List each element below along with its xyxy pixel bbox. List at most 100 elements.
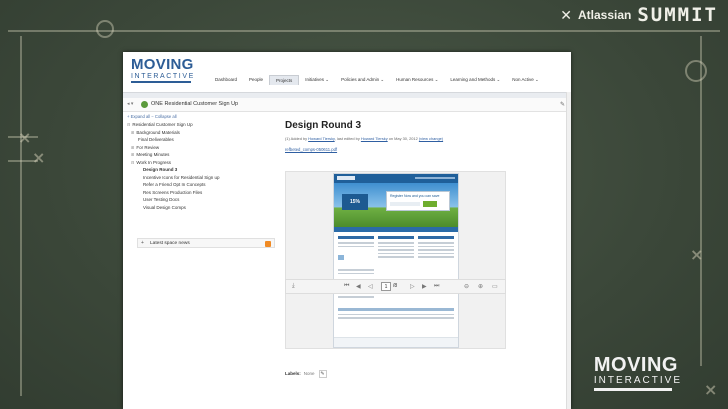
tree-node[interactable]: ⊟ Work In Progress [123, 159, 277, 167]
app-header: MOVING INTERACTIVE Dashboard People Proj… [123, 52, 571, 92]
tree-node-label[interactable]: For Review [136, 145, 159, 150]
tab-learning-methods[interactable]: Learning and Methods ⌄ [444, 75, 506, 85]
tree-node-label[interactable]: Final Deliverables [138, 137, 174, 142]
meta-middle: , last edited by [334, 136, 360, 141]
tree-node-label[interactable]: Residential Customer Sign Up [132, 122, 192, 127]
tree-node-label[interactable]: Res Screens Production Files [143, 190, 202, 195]
mock-footer [334, 337, 458, 347]
fullscreen-icon[interactable]: ▭ [492, 283, 498, 290]
mock-col-heading [378, 236, 414, 239]
tree-node-label[interactable]: Work In Progress [136, 160, 171, 165]
mock-col-heading [338, 236, 374, 239]
app-logo-moving: MOVING [131, 56, 194, 73]
tree-node[interactable]: Refer a Friend Opt In Concepts [123, 181, 277, 189]
tree-toggle-icon[interactable]: ⊟ [127, 122, 130, 127]
mock-line [418, 252, 454, 254]
confluence-screenshot: MOVING INTERACTIVE Dashboard People Proj… [123, 52, 571, 409]
mock-hero-banner: 15% Register Now and you can save [334, 183, 458, 227]
last-page-icon[interactable]: ⏭ [434, 283, 439, 290]
editor-link[interactable]: Howard Tiersky [361, 136, 388, 141]
mock-line [378, 242, 414, 244]
tab-initiatives[interactable]: Initiatives ⌄ [299, 75, 335, 85]
mock-line [378, 249, 414, 251]
app-logo-interactive: INTERACTIVE [131, 73, 195, 80]
page-down-icon[interactable]: ▷ [410, 283, 415, 290]
atlassian-summit-brand: ✕ Atlassian SUMMIT [560, 4, 718, 26]
attachment-link[interactable]: refbeted_comps-050611.pdf [285, 147, 565, 152]
latest-space-news-panel[interactable]: + Latest space news [137, 238, 275, 248]
page-scrollbar[interactable] [566, 92, 571, 409]
mock-panel-title: Register Now and you can save [390, 194, 440, 198]
expand-plus-icon[interactable]: + [141, 240, 144, 246]
edit-pencil-icon[interactable]: ✎ [560, 101, 565, 108]
tree-node-label[interactable]: User Testing Docs [143, 197, 179, 202]
view-change-link[interactable]: (view change) [419, 136, 443, 141]
tab-people[interactable]: People [243, 75, 269, 85]
mock-column [338, 307, 454, 321]
mock-line [378, 256, 414, 258]
pdf-viewer[interactable]: 15% Register Now and you can save [285, 171, 506, 349]
labels-row: Labels: None ✎ [285, 370, 327, 378]
space-news-label[interactable]: Latest space news [150, 241, 190, 246]
tab-dashboard[interactable]: Dashboard [209, 75, 243, 85]
design-comp-preview: 15% Register Now and you can save [333, 173, 459, 348]
mock-line [338, 245, 374, 247]
tree-toggle-icon[interactable]: ⊞ [131, 152, 134, 157]
mock-icon [338, 255, 344, 261]
tree-node-label[interactable]: Incentive Icons for Residential Sign up [143, 175, 220, 180]
tab-human-resources[interactable]: Human Resources ⌄ [390, 75, 444, 85]
next-page-icon[interactable]: ▶ [422, 283, 427, 290]
app-logo-underline [131, 81, 191, 83]
download-icon[interactable]: ⤓ [292, 283, 295, 290]
tree-node[interactable]: ⊞ Background Materials [123, 129, 277, 137]
tab-policies-admin[interactable]: Policies and Admin ⌄ [335, 75, 390, 85]
tree-node[interactable]: Final Deliverables [123, 136, 277, 144]
chalk-line-left [20, 36, 22, 396]
meta-prefix: (1) Added by [285, 136, 308, 141]
mock-nav [415, 177, 455, 179]
tree-toggle-icon[interactable]: ⊞ [131, 130, 134, 135]
rss-icon[interactable] [265, 241, 271, 247]
page-number-input[interactable]: 1 [381, 282, 391, 291]
chalk-line-right [700, 36, 702, 366]
mock-line [338, 317, 454, 319]
mock-line [338, 269, 374, 271]
mock-line [338, 272, 374, 274]
expand-collapse-all[interactable]: + Expand all − Collapse all [123, 114, 277, 119]
tab-projects[interactable]: Projects [269, 75, 300, 85]
tree-node[interactable]: User Testing Docs [123, 196, 277, 204]
prev-page-icon[interactable]: ◀ [356, 283, 361, 290]
page-content: Design Round 3 (1) Added by Howard Tiers… [285, 120, 565, 409]
page-up-icon[interactable]: ◁ [368, 283, 373, 290]
space-title[interactable]: ONE Residential Customer Sign Up [151, 101, 238, 107]
app-logo[interactable]: MOVING INTERACTIVE [131, 57, 195, 83]
author-link[interactable]: Howard Tiersky [308, 136, 335, 141]
mock-line [418, 242, 454, 244]
tree-toggle-icon[interactable]: ⊟ [131, 160, 134, 165]
edit-labels-icon[interactable]: ✎ [318, 370, 327, 378]
zoom-out-icon[interactable]: ⊖ [464, 283, 469, 290]
tree-node[interactable]: ⊟ Residential Customer Sign Up [123, 121, 277, 129]
labels-value: None [303, 371, 315, 377]
tree-node-current[interactable]: Design Round 3 [123, 166, 277, 174]
tree-node-label[interactable]: Refer a Friend Opt In Concepts [143, 182, 206, 187]
first-page-icon[interactable]: ⏮ [344, 283, 349, 290]
tree-node[interactable]: ⊞ For Review [123, 144, 277, 152]
space-menu-icon[interactable]: ◂ ▾ [127, 101, 133, 107]
mock-line [338, 313, 454, 315]
tree-node-label[interactable]: Meeting Minutes [136, 152, 169, 157]
summit-wordmark: SUMMIT [637, 4, 718, 26]
chalk-x-mark-2: × [32, 148, 46, 167]
tree-node[interactable]: Res Screens Production Files [123, 189, 277, 197]
tree-node[interactable]: ⊞ Meeting Minutes [123, 151, 277, 159]
tree-node-label[interactable]: Design Round 3 [143, 167, 177, 172]
tree-node[interactable]: Visual Design Comps [123, 204, 277, 212]
labels-title: Labels: [285, 371, 301, 377]
mock-line [338, 296, 374, 298]
tree-node-label[interactable]: Visual Design Comps [143, 205, 186, 210]
tab-non-active[interactable]: Non Active ⌄ [506, 75, 545, 85]
tree-node-label[interactable]: Background Materials [136, 130, 180, 135]
tree-toggle-icon[interactable]: ⊞ [131, 145, 134, 150]
tree-node[interactable]: Incentive Icons for Residential Sign up [123, 174, 277, 182]
zoom-in-icon[interactable]: ⊕ [478, 283, 483, 290]
